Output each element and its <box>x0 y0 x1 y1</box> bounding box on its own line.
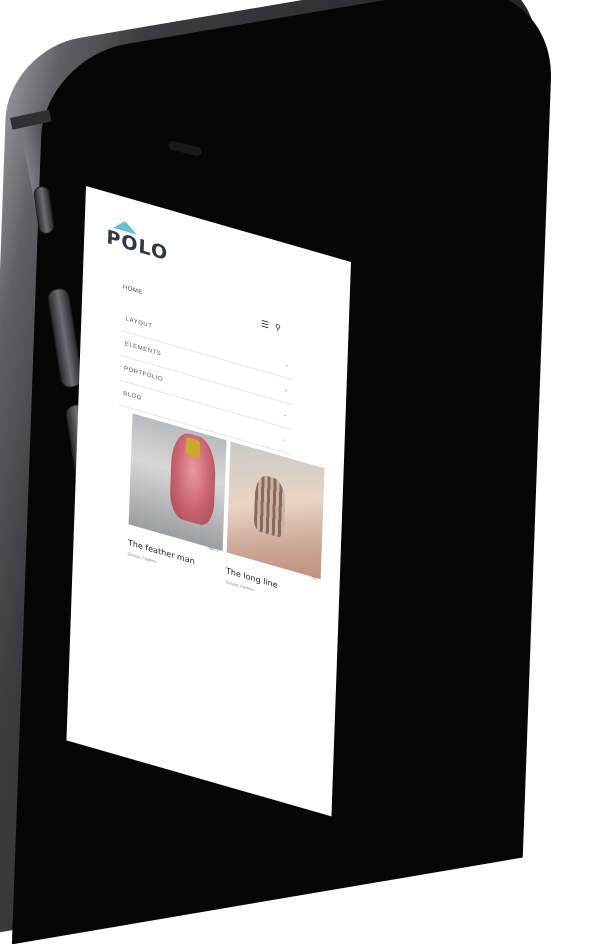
phone-mockup: POLO HOME ☰ ⚲ LAYOUT ⌄ ELEMENTS ⌄ PORTFO… <box>0 0 606 944</box>
portfolio-image[interactable] <box>128 413 227 552</box>
chevron-down-icon: ⌄ <box>282 411 289 419</box>
chevron-down-icon: ⌄ <box>283 386 289 395</box>
chevron-down-icon: ⌄ <box>284 361 290 370</box>
portfolio-image[interactable] <box>226 441 325 580</box>
portfolio-card[interactable]: 05 The long line Design, Fashion <box>225 441 325 611</box>
card-date: 05 <box>312 574 317 582</box>
nav-item-label: LAYOUT <box>125 316 153 330</box>
search-icon[interactable]: ⚲ <box>275 322 281 333</box>
phone-screen: POLO HOME ☰ ⚲ LAYOUT ⌄ ELEMENTS ⌄ PORTFO… <box>66 186 351 817</box>
portfolio-card[interactable]: April 2 The feather man Design, Fashion <box>127 413 227 583</box>
nav-item-label: BLOG <box>123 390 142 402</box>
mask-shape <box>185 436 201 459</box>
nav-item-label: PORTFOLIO <box>123 365 164 384</box>
nav-home[interactable]: HOME <box>123 285 143 297</box>
site-logo[interactable]: POLO <box>106 226 168 265</box>
hanging-objects-shape <box>253 472 286 539</box>
chevron-down-icon: ⌄ <box>281 436 288 444</box>
menu-icon[interactable]: ☰ <box>261 318 269 331</box>
nav-item-label: ELEMENTS <box>124 341 162 358</box>
